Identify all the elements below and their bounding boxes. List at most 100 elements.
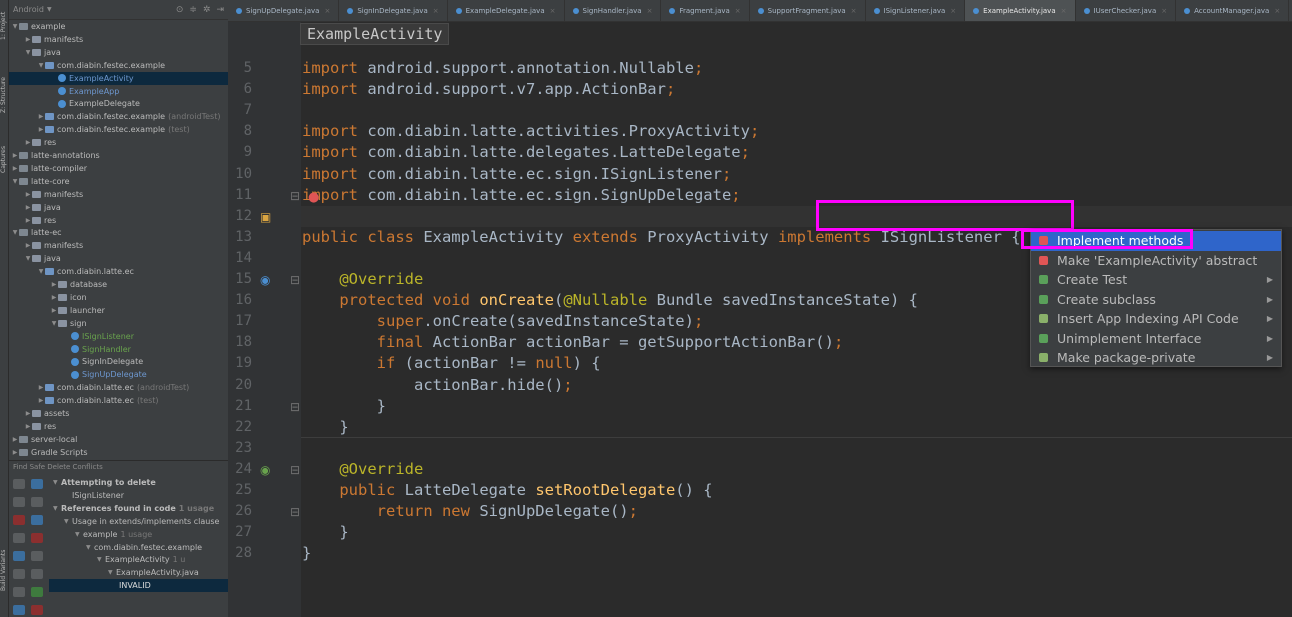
error-bulb-icon[interactable]: ● [308, 190, 319, 205]
editor-tab[interactable]: SignInDelegate.java × [339, 0, 448, 21]
editor-tab[interactable]: IUserChecker.java × [1076, 0, 1177, 21]
chevron-right-icon[interactable]: ▶ [11, 446, 19, 459]
override-icon[interactable]: ◉ [260, 273, 270, 287]
group-icon[interactable] [31, 515, 43, 525]
chevron-down-icon[interactable]: ▼ [11, 226, 19, 239]
close-tab-icon[interactable]: × [647, 7, 653, 15]
tree-item[interactable]: ▼ java [9, 46, 228, 59]
editor-tab[interactable]: Fragment.java × [661, 0, 750, 21]
navigate-icon[interactable] [13, 605, 25, 615]
tree-item[interactable]: ▶ manifests [9, 239, 228, 252]
tree-item[interactable]: ExampleApp [9, 85, 228, 98]
tree-item[interactable]: ISignListener [9, 330, 228, 343]
fold-icon[interactable]: ⊟ [290, 189, 300, 203]
chevron-right-icon[interactable]: ▶ [24, 214, 32, 227]
build-variants-tool-tab[interactable]: Build Variants [0, 540, 9, 600]
structure-tool-tab[interactable]: Z: Structure [0, 70, 9, 120]
filter-icon[interactable] [31, 479, 43, 489]
intention-menu-item[interactable]: Create Test ▶ [1031, 270, 1281, 290]
chevron-down-icon[interactable]: ▼ [47, 6, 52, 13]
tree-item[interactable]: ▶ com.diabin.latte.ec (androidTest) [9, 381, 228, 394]
tree-item[interactable]: ▶ assets [9, 407, 228, 420]
chevron-right-icon[interactable]: ▶ [37, 123, 45, 136]
preview-icon[interactable] [31, 569, 43, 579]
project-tool-tab[interactable]: 1: Project [0, 4, 9, 48]
chevron-right-icon[interactable]: ▶ [24, 239, 32, 252]
code-line[interactable]: public LatteDelegate setRootDelegate() { [302, 480, 712, 501]
expand-icon[interactable] [31, 497, 43, 507]
code-line[interactable]: if (actionBar != null) { [302, 353, 601, 374]
gear-icon[interactable]: ✲ [203, 5, 211, 15]
fold-icon[interactable]: ⊟ [290, 505, 300, 519]
code-line[interactable]: super.onCreate(savedInstanceState); [302, 311, 704, 332]
chevron-right-icon[interactable]: ▶ [11, 433, 19, 446]
hide-icon[interactable]: ⇥ [216, 5, 224, 15]
code-line[interactable]: import com.diabin.latte.activities.Proxy… [302, 121, 759, 142]
sync-icon[interactable]: ⊙ [176, 5, 184, 15]
tree-item[interactable]: ▶ com.diabin.latte.ec (test) [9, 394, 228, 407]
chevron-down-icon[interactable]: ▼ [86, 541, 94, 554]
fold-icon[interactable]: ⊟ [290, 400, 300, 414]
chevron-down-icon[interactable]: ▼ [64, 515, 72, 528]
tree-item[interactable]: ▶ database [9, 278, 228, 291]
editor-tab[interactable]: ExampleActivity.java × [965, 0, 1076, 21]
find-result-item[interactable]: ▼ Usage in extends/implements clause [49, 515, 228, 528]
collapse-icon[interactable]: ≑ [189, 5, 197, 15]
find-result-item[interactable]: ▼ com.diabin.festec.example [49, 541, 228, 554]
chevron-right-icon[interactable]: ▶ [37, 381, 45, 394]
view-mode-dropdown[interactable]: Android [13, 5, 44, 14]
package-icon[interactable] [31, 587, 43, 597]
chevron-right-icon[interactable]: ▶ [24, 33, 32, 46]
tree-item[interactable]: ▼ latte-core [9, 175, 228, 188]
sort-icon[interactable] [13, 569, 25, 579]
close-tab-icon[interactable]: × [324, 7, 330, 15]
override-icon[interactable]: ◉ [260, 463, 270, 477]
editor-tab[interactable]: ExampleDelegate.java × [448, 0, 565, 21]
code-line[interactable]: } [302, 396, 386, 417]
code-line[interactable]: @Override [302, 459, 423, 480]
chevron-down-icon[interactable]: ▼ [37, 265, 45, 278]
code-line[interactable]: import com.diabin.latte.ec.sign.SignUpDe… [302, 185, 741, 206]
find-result-item[interactable]: ▼ ExampleActivity 1 u [49, 553, 228, 566]
chevron-right-icon[interactable]: ▶ [24, 407, 32, 420]
close-tab-icon[interactable]: × [1061, 7, 1067, 15]
tree-item[interactable]: ExampleActivity [9, 71, 228, 85]
tree-item[interactable]: ▶ com.diabin.festec.example (androidTest) [9, 110, 228, 123]
code-line[interactable]: import com.diabin.latte.ec.sign.ISignLis… [302, 164, 731, 185]
tree-item[interactable]: ▼ sign [9, 317, 228, 330]
close-tab-icon[interactable]: × [950, 7, 956, 15]
chevron-right-icon[interactable]: ▶ [50, 278, 58, 291]
tree-item[interactable]: ▶ com.diabin.festec.example (test) [9, 123, 228, 136]
chevron-down-icon[interactable]: ▼ [37, 59, 45, 72]
chevron-right-icon[interactable]: ▶ [50, 291, 58, 304]
tree-item[interactable]: SignUpDelegate [9, 368, 228, 381]
code-line[interactable]: return new SignUpDelegate(); [302, 501, 638, 522]
chevron-right-icon[interactable]: ▶ [24, 136, 32, 149]
tree-item[interactable]: ▼ com.diabin.latte.ec [9, 265, 228, 278]
intention-menu-item[interactable]: Implement methods [1031, 231, 1281, 251]
tree-item[interactable]: SignInDelegate [9, 355, 228, 368]
intention-menu-item[interactable]: Insert App Indexing API Code ▶ [1031, 309, 1281, 329]
find-result-item[interactable]: ▼ ExampleActivity.java [49, 566, 228, 579]
chevron-down-icon[interactable]: ▼ [50, 317, 58, 330]
tree-item[interactable]: ▶ icon [9, 291, 228, 304]
editor-tab[interactable]: ISignListener.java × [866, 0, 966, 21]
close-icon[interactable] [13, 515, 25, 525]
up-icon[interactable] [13, 497, 25, 507]
export-icon[interactable] [13, 551, 25, 561]
code-line[interactable]: } [302, 543, 311, 564]
editor-tab[interactable]: SignHandler.java × [565, 0, 662, 21]
fold-icon[interactable]: ⊟ [290, 463, 300, 477]
implement-icon[interactable]: ▣ [260, 210, 271, 224]
tree-item[interactable]: ▶ manifests [9, 188, 228, 201]
intention-menu-item[interactable]: Unimplement Interface ▶ [1031, 329, 1281, 349]
tree-item[interactable]: ▶ Gradle Scripts [9, 446, 228, 459]
find-result-item[interactable]: ISignListener [49, 489, 228, 502]
find-result-item[interactable]: ▼ References found in code 1 usage [49, 502, 228, 515]
code-line[interactable]: import android.support.v7.app.ActionBar; [302, 79, 675, 100]
chevron-right-icon[interactable]: ▶ [11, 149, 19, 162]
tree-item[interactable]: ▼ java [9, 252, 228, 265]
merge-icon[interactable] [13, 587, 25, 597]
code-line[interactable]: actionBar.hide(); [302, 375, 573, 396]
tree-item[interactable]: ▶ res [9, 420, 228, 433]
